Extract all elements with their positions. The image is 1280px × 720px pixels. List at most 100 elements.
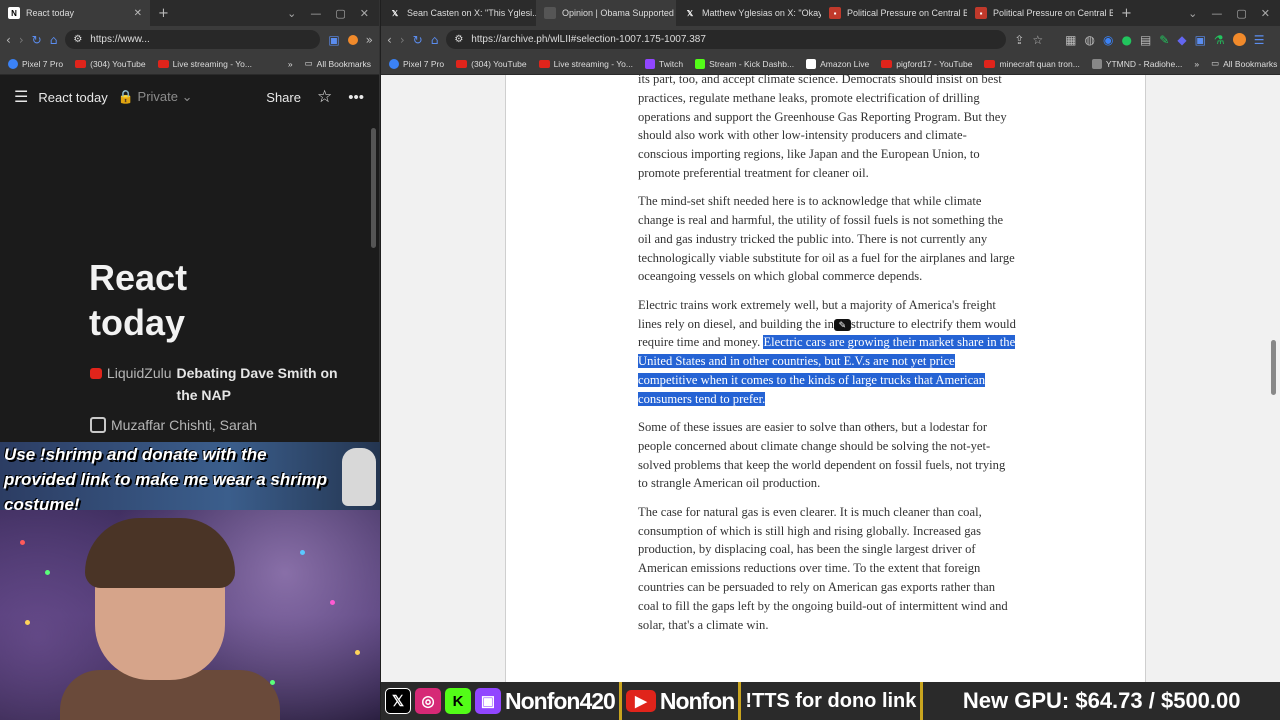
bookmark-item[interactable]: Amazon Live: [806, 58, 870, 69]
tab-sean-casten[interactable]: 𝕏 Sean Casten on X: "This Yglesi... ✕: [381, 0, 536, 26]
breadcrumb[interactable]: React today: [38, 90, 107, 105]
bookmark-label: (304) YouTube: [90, 58, 146, 69]
extension-icon[interactable]: ✎: [1159, 33, 1169, 47]
bookmark-item[interactable]: pigford17 - YouTube: [881, 59, 972, 69]
feed-source: LiquidZulu: [106, 365, 172, 381]
share-button[interactable]: Share: [266, 90, 301, 105]
menu-icon[interactable]: ☰: [1254, 33, 1265, 47]
more-options-icon[interactable]: •••: [348, 89, 364, 106]
left-tab-react-today[interactable]: N React today ✕: [0, 0, 150, 26]
bookmarks-overflow-icon[interactable]: »: [1194, 59, 1199, 69]
youtube-handle: ▶ Nonfon: [621, 682, 742, 720]
extension-icon[interactable]: ▦: [1065, 33, 1076, 47]
bookmark-item[interactable]: (304) YouTube: [456, 59, 527, 69]
bookmark-item[interactable]: Live streaming - Yo...: [538, 58, 633, 69]
kick-icon: [695, 58, 706, 69]
close-icon[interactable]: ✕: [134, 8, 142, 19]
banner-text: Use !shrimp and donate with the provided…: [4, 445, 328, 514]
window-close-icon[interactable]: ✕: [1261, 7, 1270, 20]
screen: N React today ✕ + ⌄ — ▢ ✕ ‹ › ↻ ⌂ ⚙ http…: [0, 0, 1280, 720]
tab-label: Political Pressure on Central B...: [993, 8, 1113, 18]
youtube-icon: [157, 59, 169, 68]
tab-search-icon[interactable]: ⌄: [287, 7, 296, 20]
bookmark-label: Live streaming - Yo...: [553, 58, 633, 69]
right-url-field[interactable]: ⚙ https://archive.ph/wlLII#selection-100…: [446, 30, 1007, 49]
youtube-icon: [75, 59, 87, 68]
bookmark-item[interactable]: YTMND - Radiohe...: [1091, 58, 1182, 69]
notion-topbar: ☰ React today 🔒 Private ⌄ Share ☆ •••: [0, 75, 378, 119]
bookmarks-overflow-icon[interactable]: »: [288, 59, 293, 69]
labs-icon[interactable]: ⚗: [1214, 33, 1225, 47]
feed-title: Debating Dave Smith on the NAP: [176, 365, 338, 403]
back-icon[interactable]: ‹: [387, 33, 392, 47]
page-icon: [90, 417, 106, 433]
site-info-icon[interactable]: ⚙: [73, 34, 82, 45]
social-icons: 𝕏 ◎ K ▣ Nonfon420: [381, 682, 622, 720]
reload-icon[interactable]: ↻: [32, 33, 42, 47]
bookmark-item[interactable]: Pixel 7 Pro: [389, 58, 444, 69]
all-bookmarks[interactable]: ▭ All Bookmarks: [305, 58, 371, 69]
profile-avatar[interactable]: [1232, 33, 1246, 46]
extensions-icon[interactable]: ▣: [1195, 33, 1206, 47]
bookmark-label: Amazon Live: [820, 58, 870, 69]
youtube-username: Nonfon: [659, 687, 735, 714]
page-icon: ▪: [975, 7, 987, 19]
all-bookmarks[interactable]: ▭ All Bookmarks: [1211, 58, 1277, 69]
new-tab-icon[interactable]: +: [1113, 6, 1140, 21]
bookmark-item[interactable]: minecraft quan tron...: [984, 59, 1080, 69]
url-text: https://archive.ph/wlLII#selection-1007.…: [471, 34, 706, 45]
privacy-label: Private: [137, 89, 178, 104]
site-info-icon[interactable]: ⚙: [454, 34, 463, 45]
star-icon[interactable]: ☆: [317, 87, 332, 107]
maximize-icon[interactable]: ▢: [1236, 7, 1246, 20]
right-scrollbar[interactable]: [1271, 340, 1276, 395]
reload-icon[interactable]: ↻: [413, 33, 423, 47]
maximize-icon[interactable]: ▢: [335, 7, 345, 20]
extension-icon[interactable]: ◆: [1177, 33, 1186, 47]
extensions-icon[interactable]: ▣: [328, 33, 339, 47]
tab-political-pressure-2[interactable]: ▪ Political Pressure on Central B... ✕: [967, 0, 1113, 26]
extension-icon[interactable]: ●: [1121, 33, 1131, 47]
youtube-icon: [881, 59, 893, 68]
left-scrollbar[interactable]: [371, 128, 376, 248]
tab-label: Matthew Yglesias on X: "Okay,...: [702, 8, 821, 18]
more-icon[interactable]: »: [366, 33, 373, 47]
profile-avatar[interactable]: [347, 34, 358, 45]
tab-label: Political Pressure on Central B...: [847, 8, 967, 18]
right-address-bar: ‹ › ↻ ⌂ ⚙ https://archive.ph/wlLII#selec…: [381, 26, 1280, 53]
bookmark-item[interactable]: Pixel 7 Pro: [8, 58, 64, 69]
minimize-icon[interactable]: —: [1211, 7, 1222, 20]
minimize-icon[interactable]: —: [310, 7, 321, 20]
share-page-icon[interactable]: ⇪: [1014, 33, 1024, 47]
bookmark-label: Pixel 7 Pro: [22, 58, 64, 69]
extension-icon[interactable]: ▤: [1140, 33, 1151, 47]
tab-political-pressure-1[interactable]: ▪ Political Pressure on Central B... ✕: [821, 0, 967, 26]
page-icon: ▪: [829, 7, 841, 19]
back-icon[interactable]: ‹: [6, 33, 11, 47]
home-icon[interactable]: ⌂: [431, 33, 439, 47]
bookmark-item[interactable]: Stream - Kick Dashb...: [695, 58, 794, 69]
tab-opinion-obama[interactable]: Opinion | Obama Supported th... ✕: [536, 0, 676, 26]
bookmark-item[interactable]: Live streaming - Yo...: [157, 59, 252, 69]
kick-icon: K: [445, 688, 471, 714]
home-icon[interactable]: ⌂: [50, 33, 58, 47]
tab-search-icon[interactable]: ⌄: [1188, 7, 1197, 20]
privacy-indicator[interactable]: 🔒 Private ⌄: [118, 89, 193, 105]
extension-icon[interactable]: ◍: [1084, 33, 1094, 47]
forward-icon[interactable]: ›: [19, 33, 24, 47]
new-tab-icon[interactable]: +: [150, 6, 177, 21]
menu-icon[interactable]: ☰: [14, 87, 28, 107]
article-body: its part, too, and accept climate scienc…: [638, 70, 1016, 644]
bookmark-item[interactable]: Twitch: [644, 58, 683, 69]
youtube-icon: [456, 59, 468, 68]
window-close-icon[interactable]: ✕: [360, 7, 369, 20]
left-url-field[interactable]: ⚙ https://www...: [65, 30, 321, 49]
extension-icon[interactable]: ◉: [1103, 33, 1113, 47]
list-item[interactable]: Muzaffar Chishti, Sarah: [90, 414, 340, 436]
tab-matthew-yglesias[interactable]: 𝕏 Matthew Yglesias on X: "Okay,... ✕: [676, 0, 821, 26]
pencil-icon[interactable]: ✎: [833, 318, 851, 331]
list-item[interactable]: LiquidZulu Debating Dave Smith on the NA…: [90, 362, 340, 406]
bookmark-star-icon[interactable]: ☆: [1032, 33, 1043, 47]
bookmark-item[interactable]: (304) YouTube: [75, 58, 146, 69]
forward-icon[interactable]: ›: [400, 33, 405, 47]
